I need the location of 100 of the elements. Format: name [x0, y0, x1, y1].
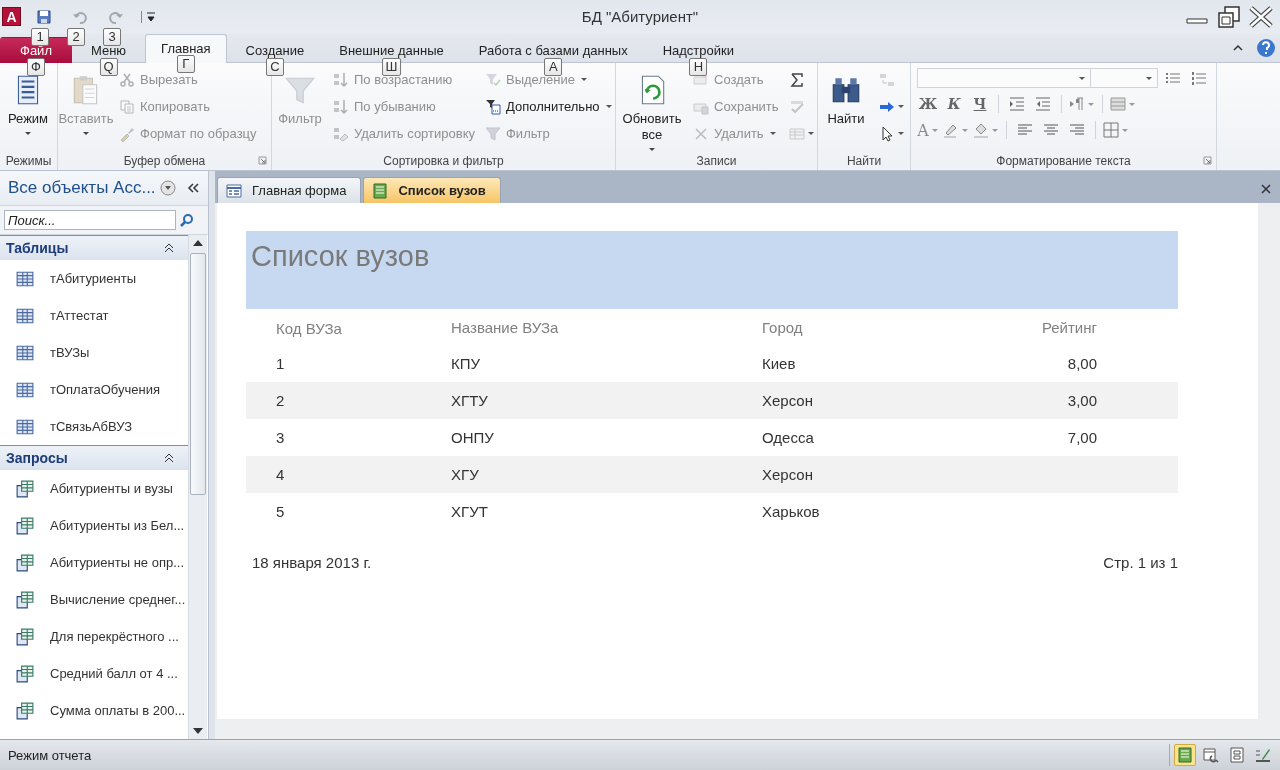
table-cell: Харьков: [762, 503, 820, 521]
keytip: 2: [67, 27, 85, 46]
navigation-item[interactable]: тСвязьАбВУЗ: [0, 408, 188, 446]
navigation-item[interactable]: Абитуриенты не опр...: [0, 544, 188, 582]
sort-ascending-icon: [333, 71, 349, 88]
table-cell: 8,00: [1067, 355, 1097, 373]
underline-button[interactable]: Ч: [969, 93, 991, 116]
italic-button[interactable]: К: [943, 93, 965, 116]
table-cell: ХГУ: [451, 466, 479, 484]
table-cell: 1: [276, 355, 285, 373]
replace-icon: [879, 71, 895, 88]
caret-icon: [648, 146, 656, 152]
column-header: Код ВУЗа: [276, 318, 343, 339]
query-icon: [16, 553, 34, 572]
navigation-item[interactable]: Вычисление среднег...: [0, 581, 188, 619]
table-cell: ХГУТ: [451, 503, 488, 521]
funnel-icon: [485, 125, 501, 142]
borders-icon: [1103, 122, 1119, 139]
caret-icon: [1078, 75, 1086, 81]
table-cell: ОНПУ: [451, 429, 494, 447]
dropdown-icon[interactable]: [159, 180, 176, 197]
scroll-down-icon[interactable]: [192, 727, 204, 736]
keytip: Ш: [381, 57, 402, 76]
close-icon[interactable]: [1248, 4, 1274, 29]
font-field[interactable]: [917, 68, 1091, 89]
table-cell: 7,00: [1067, 429, 1097, 447]
document-tab[interactable]: Список вузов: [363, 177, 501, 204]
section-header[interactable]: Таблицы: [0, 235, 188, 261]
navigation-item[interactable]: Средний балл от 4 ...: [0, 655, 188, 693]
ribbon-button[interactable]: Найти: [821, 66, 871, 127]
report-icon: [372, 182, 389, 199]
sigma-icon: [788, 71, 805, 88]
query-icon: [16, 590, 34, 609]
table-cell: КПУ: [451, 355, 481, 373]
navigation-item[interactable]: тАттестат: [0, 297, 188, 335]
dialog-launcher-icon[interactable]: [258, 156, 267, 166]
close-icon[interactable]: [1260, 183, 1272, 196]
page-number: Стр. 1 из 1: [1103, 554, 1178, 572]
caret-icon: [1087, 101, 1095, 107]
caret-icon: [806, 131, 815, 137]
table-icon: [16, 269, 34, 288]
navigation-item[interactable]: Для перекрёстного ...: [0, 618, 188, 656]
form-icon: [226, 182, 242, 199]
restore-icon[interactable]: [1216, 4, 1242, 29]
navigation-item[interactable]: Абитуриенты из Бел...: [0, 507, 188, 545]
customize-dropdown-icon[interactable]: [141, 10, 156, 23]
column-header: Название ВУЗа: [451, 317, 560, 338]
spelling-check-icon: [788, 98, 805, 115]
sort-descending-icon: [333, 98, 349, 115]
collapse-ribbon-icon[interactable]: [1232, 42, 1244, 53]
caret-icon: [897, 131, 905, 137]
collapse-icon: [164, 243, 174, 254]
table-cell: 2: [276, 392, 285, 410]
query-icon: [16, 479, 34, 498]
section-header[interactable]: Запросы: [0, 445, 188, 471]
navigation-item[interactable]: Сумма оплаты в 200...: [0, 692, 188, 730]
query-icon: [16, 701, 34, 720]
size-field[interactable]: [1090, 68, 1158, 89]
save-icon: [36, 8, 52, 25]
table-cell: ХГТУ: [451, 392, 488, 410]
scroll-thumb[interactable]: [190, 253, 206, 496]
report-view-button[interactable]: [1174, 744, 1196, 767]
query-icon: [16, 516, 34, 535]
navigation-item[interactable]: Абитуриенты и вузы: [0, 470, 188, 508]
group-label: Найти: [846, 154, 882, 169]
layout-view-icon: [1229, 747, 1245, 764]
search-icon[interactable]: [180, 213, 194, 228]
scrollbar[interactable]: [188, 235, 207, 740]
table-icon: [16, 417, 34, 436]
caret-icon: [930, 127, 939, 133]
help-icon[interactable]: [1256, 37, 1276, 58]
outdent-icon: [1035, 96, 1051, 113]
caret-icon: [991, 127, 999, 133]
caret-icon: [604, 104, 613, 110]
keytip: Н: [689, 57, 708, 76]
table-cell: 5: [276, 503, 285, 521]
scroll-up-icon[interactable]: [192, 239, 204, 248]
caret-icon: [579, 77, 588, 83]
bold-button[interactable]: Ж: [917, 93, 939, 116]
print-preview-icon: [1203, 747, 1219, 764]
ribbon-button[interactable]: Обновить все: [619, 66, 685, 152]
collapse-pane-icon[interactable]: [186, 182, 200, 195]
caret-icon: [1145, 75, 1153, 81]
ribbon-button[interactable]: Дополнительно: [483, 93, 615, 120]
navigation-item[interactable]: тВУЗы: [0, 334, 188, 372]
document-tab[interactable]: Главная форма: [217, 177, 362, 204]
navigation-item[interactable]: тОплатаОбучения: [0, 371, 188, 409]
app-logo[interactable]: A: [2, 7, 21, 27]
dialog-launcher-icon[interactable]: [1203, 156, 1212, 166]
keytip: С: [265, 57, 284, 76]
highlighter-icon: [943, 122, 959, 139]
table-cell: 3,00: [1067, 392, 1097, 410]
navigation-item[interactable]: тАбитуриенты: [0, 260, 188, 298]
search-field[interactable]: Поиск...: [4, 210, 176, 231]
table-icon: [16, 343, 34, 362]
column-header: Рейтинг: [1041, 317, 1097, 338]
caret-icon: [82, 130, 90, 136]
query-icon: [16, 627, 34, 646]
collapse-icon: [164, 453, 174, 464]
table-cell: 3: [276, 429, 285, 447]
